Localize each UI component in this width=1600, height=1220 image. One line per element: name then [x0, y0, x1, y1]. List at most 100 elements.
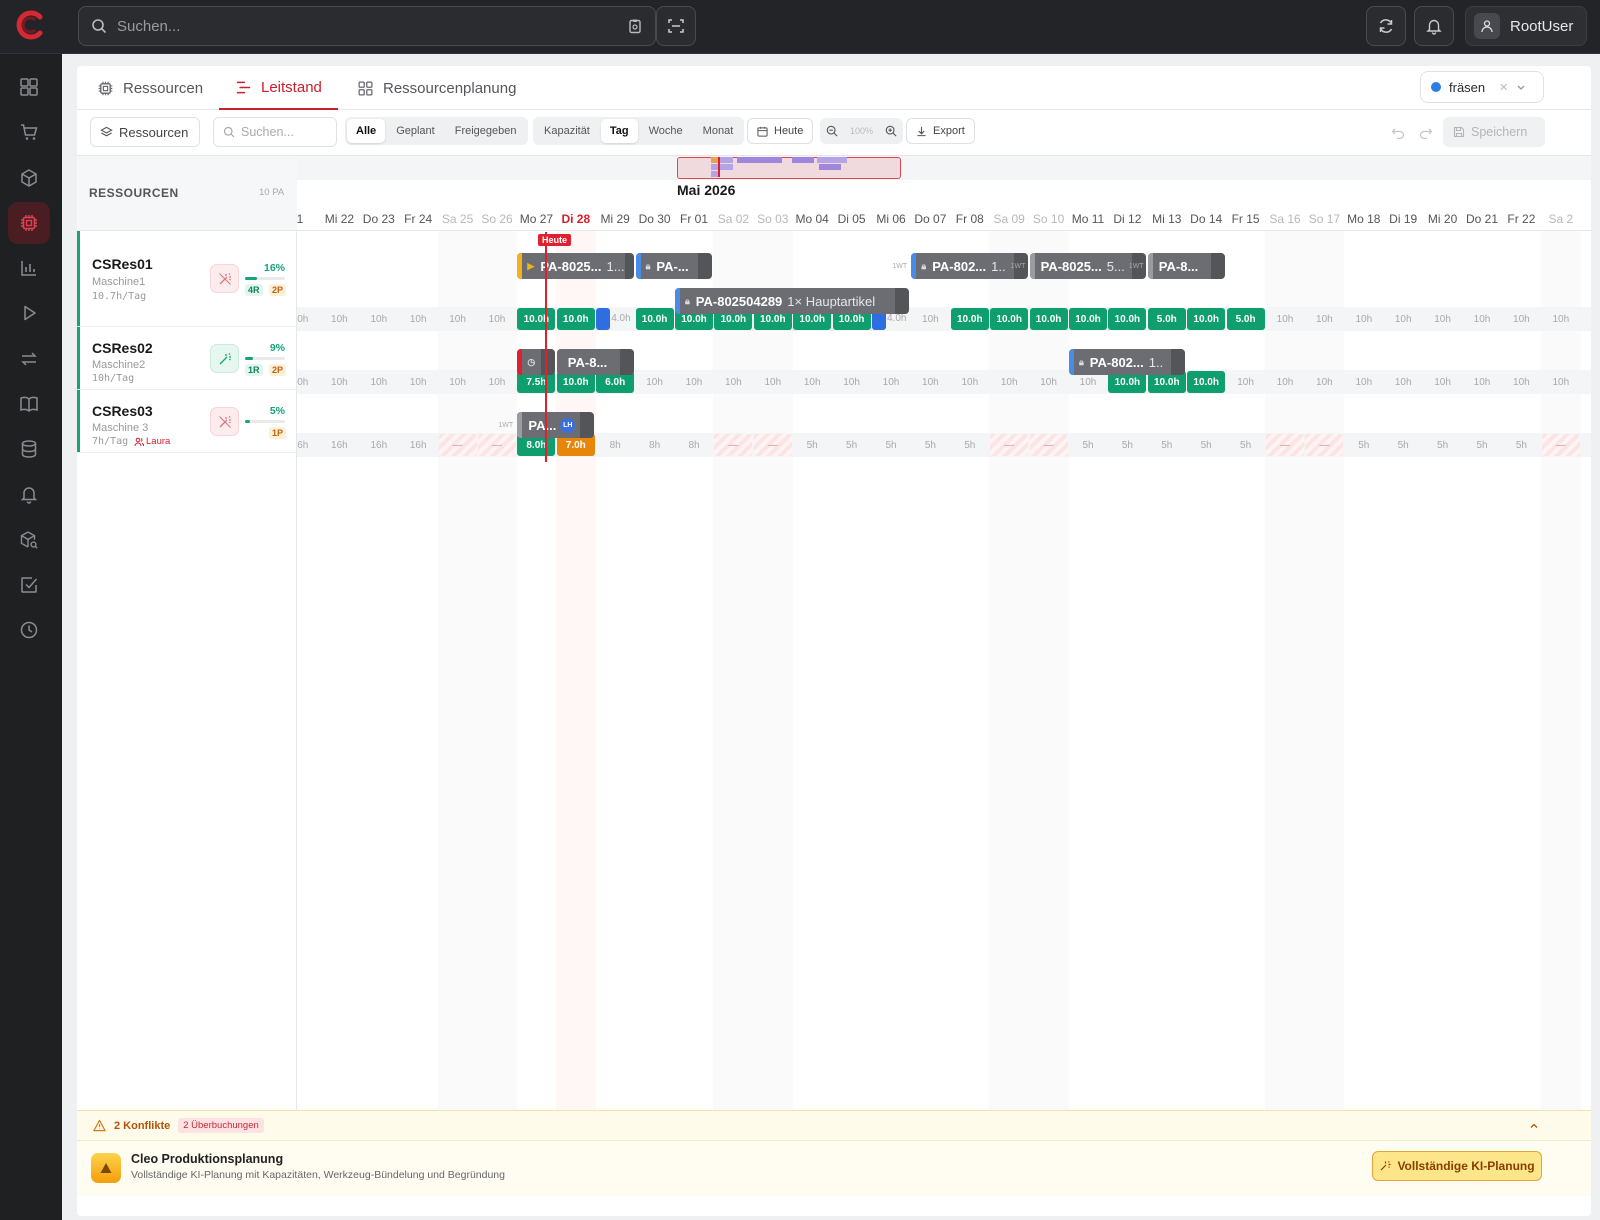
- conflicts-bar[interactable]: 2 Konflikte 2 Überbuchungen: [77, 1110, 1591, 1140]
- production-order-bar[interactable]: 🔒︎ PA-802504289 1× Hauptartikel: [675, 288, 910, 314]
- capacity-cell[interactable]: 5h: [833, 434, 871, 456]
- production-order-bar[interactable]: PA-8...: [556, 349, 634, 375]
- nav-inventory[interactable]: [8, 519, 50, 561]
- capacity-cell[interactable]: 10h: [360, 371, 398, 393]
- capacity-cell[interactable]: 5.0h: [1226, 308, 1265, 330]
- nav-history[interactable]: [8, 609, 50, 651]
- capacity-cell[interactable]: 5h: [1187, 434, 1225, 456]
- user-menu-button[interactable]: RootUser: [1465, 6, 1587, 46]
- resource-row[interactable]: CSRes01 Maschine1 10.7h/Tag 16% 4R 2P: [77, 231, 296, 327]
- export-button[interactable]: Export: [906, 118, 975, 144]
- capacity-cell[interactable]: 10h: [1424, 308, 1462, 330]
- capacity-cell[interactable]: 5h: [1424, 434, 1462, 456]
- capacity-cell[interactable]: 10h: [1227, 371, 1265, 393]
- auto-plan-button[interactable]: [210, 407, 239, 436]
- clear-icon[interactable]: ✕: [1499, 81, 1508, 94]
- timeline-overview[interactable]: [297, 156, 1591, 180]
- capacity-cell[interactable]: —: [1305, 434, 1344, 456]
- chevron-up-icon[interactable]: [1529, 1121, 1539, 1131]
- capacity-cell[interactable]: 10h: [1384, 371, 1422, 393]
- capacity-cell[interactable]: 10.0h: [635, 308, 674, 330]
- capacity-cell[interactable]: 10h: [1305, 308, 1343, 330]
- capacity-cell[interactable]: 16h: [360, 434, 398, 456]
- capacity-cell[interactable]: 5h: [911, 434, 949, 456]
- capacity-cell[interactable]: 10h: [1384, 308, 1422, 330]
- resource-row[interactable]: CSRes02 Maschine2 10h/Tag 9% 1R 2P: [77, 327, 296, 390]
- capacity-cell[interactable]: 10h: [478, 371, 516, 393]
- chevron-down-icon[interactable]: [1516, 82, 1526, 92]
- capacity-cell[interactable]: 10h: [872, 371, 910, 393]
- nav-database[interactable]: [8, 428, 50, 470]
- capacity-cell[interactable]: 5h: [1108, 434, 1146, 456]
- production-order-bar[interactable]: 🔒︎ PA-802... 1..: [1069, 349, 1186, 375]
- nav-resources[interactable]: [8, 202, 50, 244]
- capacity-cell[interactable]: 10h: [399, 371, 437, 393]
- resource-search-input[interactable]: Suchen...: [213, 117, 337, 147]
- scan-button[interactable]: [656, 6, 696, 46]
- capacity-cell[interactable]: 10h: [1502, 371, 1540, 393]
- capacity-cell[interactable]: 8h: [675, 434, 713, 456]
- capacity-cell[interactable]: 10h: [297, 371, 319, 393]
- resource-row[interactable]: CSRes03 Maschine 3 7h/Tag Laura 5% 1P: [77, 390, 296, 453]
- capacity-cell[interactable]: 10h: [675, 371, 713, 393]
- status-filter-alle[interactable]: Alle: [347, 119, 386, 143]
- capacity-cell[interactable]: 10h: [439, 308, 477, 330]
- capacity-cell[interactable]: 5h: [1502, 434, 1540, 456]
- capacity-cell[interactable]: 10h: [911, 308, 949, 330]
- zoom-in-icon[interactable]: [885, 125, 897, 137]
- production-order-bar[interactable]: PA... LH: [517, 412, 595, 438]
- today-button[interactable]: Heute: [747, 118, 814, 144]
- status-filter-geplant[interactable]: Geplant: [387, 119, 444, 143]
- nav-alerts[interactable]: [8, 473, 50, 515]
- nav-sales[interactable]: [8, 111, 50, 153]
- undo-icon[interactable]: [1391, 126, 1405, 140]
- nav-dashboard[interactable]: [8, 66, 50, 108]
- capacity-cell[interactable]: 10h: [951, 371, 989, 393]
- capacity-cell[interactable]: 10h: [320, 308, 358, 330]
- nav-transfers[interactable]: [8, 338, 50, 380]
- gantt-timeline[interactable]: Mai 2026 1 Mi 22 Do 23 Fr 24 Sa 25 So 26 Mo 27…: [297, 156, 1591, 1178]
- capacity-cell[interactable]: —: [753, 434, 792, 456]
- capacity-cell[interactable]: 5h: [1345, 434, 1383, 456]
- redo-icon[interactable]: [1419, 126, 1433, 140]
- capacity-cell[interactable]: [596, 308, 611, 330]
- auto-plan-button[interactable]: [210, 344, 239, 373]
- capacity-cell[interactable]: 10h: [1542, 371, 1580, 393]
- capacity-cell[interactable]: 10h: [1266, 308, 1304, 330]
- capacity-cell[interactable]: 10h: [793, 371, 831, 393]
- capacity-cell[interactable]: 10h: [754, 371, 792, 393]
- assignee[interactable]: Laura: [134, 436, 170, 447]
- refresh-button[interactable]: [1366, 6, 1406, 46]
- capacity-cell[interactable]: 10h: [360, 308, 398, 330]
- view-tag[interactable]: Tag: [600, 119, 638, 143]
- capacity-cell[interactable]: 10.0h: [950, 308, 989, 330]
- capacity-cell[interactable]: 10.0h: [1108, 308, 1147, 330]
- production-order-bar[interactable]: ◷: [517, 349, 555, 375]
- capacity-cell[interactable]: 5h: [1069, 434, 1107, 456]
- capacity-cell[interactable]: 10h: [636, 371, 674, 393]
- capacity-cell[interactable]: 5h: [1148, 434, 1186, 456]
- tab-ressourcenplanung[interactable]: Ressourcenplanung: [357, 66, 516, 110]
- capacity-cell[interactable]: 10.0h: [1187, 308, 1226, 330]
- capacity-cell[interactable]: —: [714, 434, 753, 456]
- status-filter-freigegeben[interactable]: Freigegeben: [446, 119, 526, 143]
- nav-products[interactable]: [8, 157, 50, 199]
- capacity-cell[interactable]: 10.0h: [517, 308, 556, 330]
- capacity-cell[interactable]: 10h: [1463, 371, 1501, 393]
- capacity-cell[interactable]: 10.0h: [1187, 371, 1226, 393]
- capacity-cell[interactable]: 10h: [714, 371, 752, 393]
- capacity-cell[interactable]: 10h: [1542, 308, 1580, 330]
- full-ai-planning-button[interactable]: Vollständige KI-Planung: [1372, 1151, 1542, 1181]
- capacity-cell[interactable]: 8h: [636, 434, 674, 456]
- global-search-input[interactable]: Suchen...: [78, 6, 656, 46]
- view-monat[interactable]: Monat: [694, 119, 743, 143]
- capacity-cell[interactable]: 10h: [478, 308, 516, 330]
- capacity-cell[interactable]: 10h: [1030, 371, 1068, 393]
- capacity-cell[interactable]: 5.0h: [1147, 308, 1186, 330]
- capacity-cell[interactable]: 5h: [1384, 434, 1422, 456]
- capacity-cell[interactable]: 10.0h: [990, 308, 1029, 330]
- capacity-cell[interactable]: 10.0h: [556, 308, 595, 330]
- capacity-cell[interactable]: 8h: [596, 434, 634, 456]
- notifications-button[interactable]: [1414, 6, 1454, 46]
- capacity-cell[interactable]: —: [1266, 434, 1304, 456]
